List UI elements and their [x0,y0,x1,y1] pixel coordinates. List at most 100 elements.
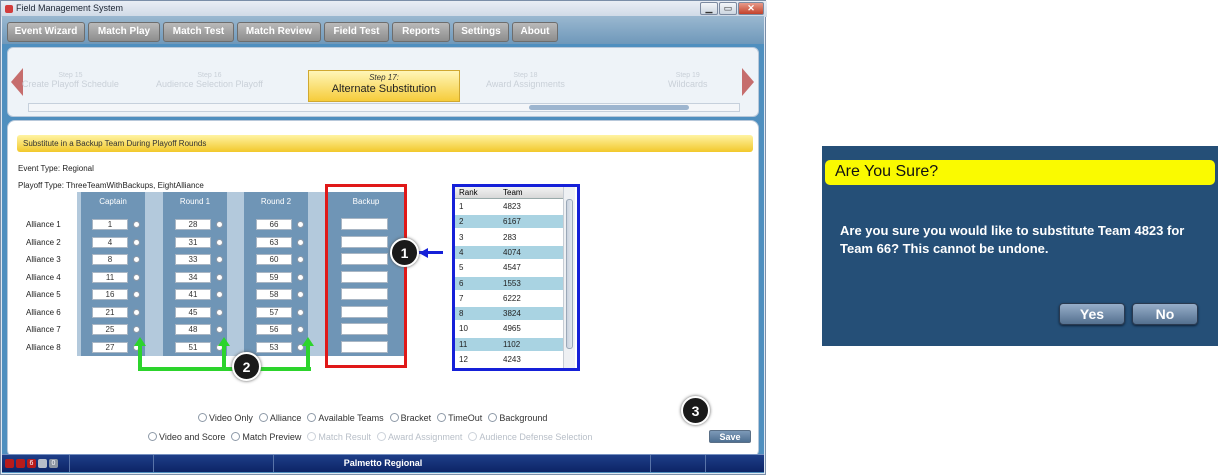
radio-icon [468,432,478,441]
team-cell-captain[interactable]: 1 [92,219,128,230]
step-scroll-thumb[interactable] [529,105,689,110]
radio-icon [437,413,447,422]
display-option[interactable]: Bracket [389,413,432,423]
menu-match-test[interactable]: Match Test [163,22,234,42]
team-cell-captain[interactable]: 27 [92,341,128,353]
rank-row[interactable]: 1 4823 [455,200,563,213]
team-select-radio[interactable] [133,308,140,316]
team-select-radio[interactable] [133,221,140,228]
rank-row[interactable]: 5 4547 [455,261,563,275]
display-option[interactable]: TimeOut [437,413,482,423]
team-cell-r1[interactable]: 41 [175,289,211,300]
team-cell-captain[interactable]: 25 [92,324,128,335]
team-select-radio[interactable] [297,256,304,263]
step-faded-1[interactable]: Step 15 Create Playoff Schedule [22,72,119,89]
menu-match-review[interactable]: Match Review [237,22,321,42]
green-line-round2 [306,345,310,371]
menu-settings[interactable]: Settings [453,22,509,42]
rank-scrollbar[interactable] [563,187,575,368]
team-select-radio[interactable] [216,238,223,246]
step-scrollbar[interactable] [28,103,740,112]
menu-event-wizard[interactable]: Event Wizard [7,22,85,42]
rank-header[interactable]: Rank [459,187,478,199]
team-select-radio[interactable] [133,326,140,333]
maximize-icon[interactable]: ▭ [719,2,737,15]
team-cell-r1[interactable]: 51 [175,341,211,353]
team-select-radio[interactable] [297,238,304,246]
team-cell-captain[interactable]: 8 [92,254,128,265]
step-faded-2[interactable]: Step 16 Audience Selection Playoff [156,72,263,89]
team-cell-captain[interactable]: 16 [92,289,128,300]
save-button[interactable]: Save [709,430,751,443]
display-option[interactable]: Match Preview [231,432,301,442]
display-option[interactable]: Alliance [258,413,301,423]
right-arrow-icon[interactable] [742,68,754,96]
display-option[interactable]: Video Only [198,413,253,423]
rank-row[interactable]: 3 283 [455,230,563,244]
team-cell-r1[interactable]: 31 [175,236,211,248]
display-option[interactable]: Video and Score [148,432,225,442]
team-cell-r2[interactable]: 66 [256,219,292,230]
team-select-radio[interactable] [297,221,304,228]
display-option-label: Match Result [318,432,371,442]
team-select-radio[interactable] [216,221,223,228]
team-cell-r1[interactable]: 48 [175,324,211,335]
team-cell-r2[interactable]: 63 [256,236,292,248]
close-icon[interactable]: ✕ [738,2,764,15]
display-option-label: Bracket [400,413,432,423]
display-option[interactable]: Available Teams [307,413,384,423]
menu-reports[interactable]: Reports [392,22,450,42]
rank-row[interactable]: 4 4074 [455,245,563,259]
team-cell-r1[interactable]: 28 [175,219,211,230]
team-cell-r2[interactable]: 56 [256,324,292,335]
minimize-icon[interactable]: ▁ [700,2,718,15]
menu-about[interactable]: About [512,22,558,42]
team-select-radio[interactable] [216,273,223,281]
team-select-radio[interactable] [133,256,140,263]
rank-row[interactable]: 10 4965 [455,322,563,336]
rank-scroll-thumb[interactable] [566,199,573,349]
menu-field-test[interactable]: Field Test [324,22,389,42]
current-step-name: Alternate Substitution [331,83,437,95]
menu-match-play[interactable]: Match Play [88,22,160,42]
team-select-radio[interactable] [133,238,140,246]
team-select-radio[interactable] [297,291,304,298]
team-select-radio[interactable] [216,256,223,263]
team-header[interactable]: Team [503,187,523,199]
rank-row[interactable]: 11 1102 [455,337,563,351]
step-faded-3[interactable]: Step 18 Award Assignments [486,72,565,89]
team-cell-r2[interactable]: 60 [256,254,292,265]
team-cell-r2[interactable]: 53 [256,341,292,353]
team-cell-captain[interactable]: 11 [92,271,128,283]
team-select-radio[interactable] [216,326,223,333]
step-faded-4[interactable]: Step 19 Wildcards [668,72,708,89]
team-select-radio[interactable] [133,291,140,298]
team-cell-r2[interactable]: 58 [256,289,292,300]
team-select-radio[interactable] [297,308,304,316]
team-select-radio[interactable] [297,273,304,281]
rank-row[interactable]: 7 6222 [455,291,563,305]
team-cell-r1[interactable]: 33 [175,254,211,265]
team-cell-r1[interactable]: 34 [175,271,211,283]
team-cell-captain[interactable]: 4 [92,236,128,248]
menu-bar: Event Wizard Match Play Match Test Match… [2,16,764,44]
team-cell-r2[interactable]: 57 [256,306,292,318]
rank-row[interactable]: 8 3824 [455,307,563,321]
display-option[interactable]: Background [488,413,547,423]
team-select-radio[interactable] [216,308,223,316]
rank-row[interactable]: 12 4243 [455,353,563,366]
rank-row[interactable]: 6 1553 [455,276,563,290]
team-cell-r1[interactable]: 45 [175,306,211,318]
team-value: 283 [503,232,517,242]
team-cell-captain[interactable]: 21 [92,306,128,318]
header-round-2: Round 2 [260,197,292,206]
team-select-radio[interactable] [297,326,304,333]
team-select-radio[interactable] [216,291,223,298]
rank-list: Rank Team 1 4823 2 6167 3 283 4 4074 5 4547 6 1553 7… [452,184,580,371]
team-select-radio[interactable] [133,273,140,281]
yes-button[interactable]: Yes [1059,303,1125,325]
current-step[interactable]: Step 17: Alternate Substitution [308,70,460,102]
no-button[interactable]: No [1132,303,1198,325]
rank-row[interactable]: 2 6167 [455,215,563,229]
team-cell-r2[interactable]: 59 [256,271,292,283]
